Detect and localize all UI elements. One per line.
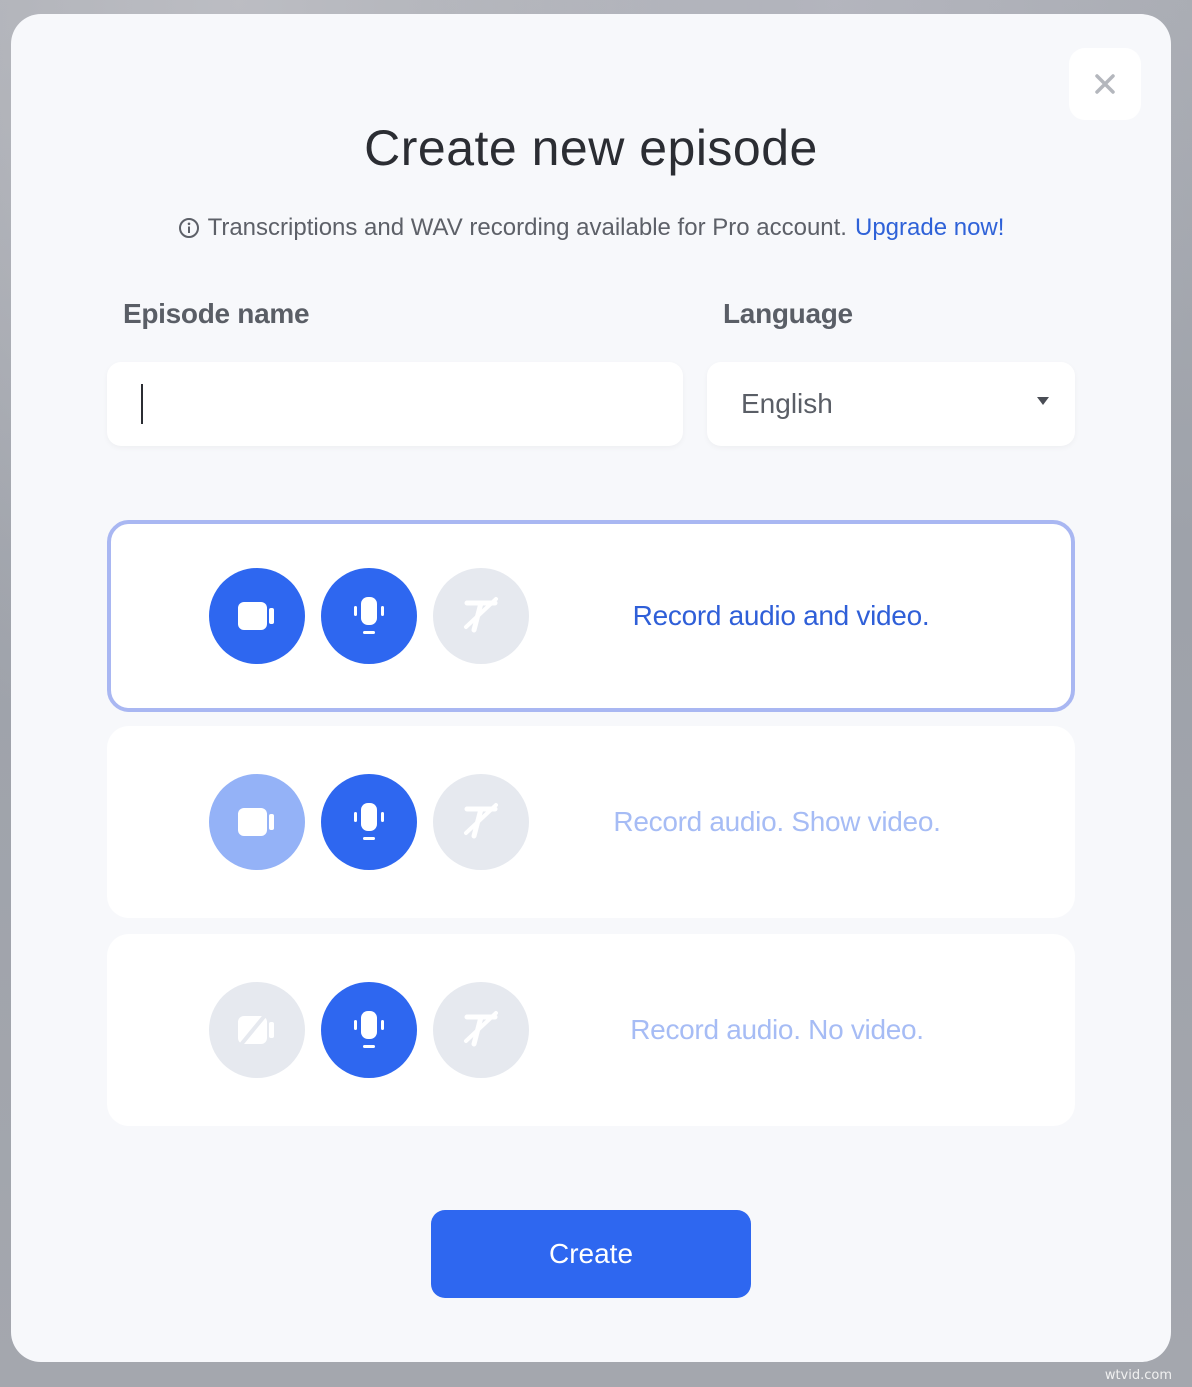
text-caret bbox=[141, 384, 143, 424]
option-icons bbox=[209, 934, 529, 1126]
transcription-off-icon bbox=[464, 1011, 498, 1047]
audio-toggle bbox=[321, 568, 417, 664]
create-episode-modal: Create new episode Transcriptions and WA… bbox=[11, 14, 1171, 1362]
option-audio-no-video[interactable]: Record audio. No video. bbox=[107, 934, 1075, 1126]
audio-toggle bbox=[321, 774, 417, 870]
language-select[interactable]: English bbox=[707, 362, 1075, 446]
video-camera-icon bbox=[238, 602, 274, 630]
create-button[interactable]: Create bbox=[431, 1210, 751, 1298]
video-camera-off-icon bbox=[237, 1011, 274, 1049]
microphone-icon bbox=[354, 597, 384, 634]
microphone-icon bbox=[354, 1011, 384, 1048]
transcription-off-icon bbox=[464, 597, 498, 633]
pro-notice: Transcriptions and WAV recording availab… bbox=[11, 214, 1171, 242]
page-title: Create new episode bbox=[364, 120, 818, 176]
option-icons bbox=[209, 524, 529, 708]
video-toggle bbox=[209, 568, 305, 664]
video-toggle bbox=[209, 774, 305, 870]
language-value: English bbox=[741, 388, 833, 419]
transcription-toggle bbox=[433, 982, 529, 1078]
option-icons bbox=[209, 726, 529, 918]
transcription-toggle bbox=[433, 568, 529, 664]
video-toggle bbox=[209, 982, 305, 1078]
transcription-toggle bbox=[433, 774, 529, 870]
option-label: Record audio and video. bbox=[632, 600, 930, 631]
upgrade-link[interactable]: Upgrade now! bbox=[855, 214, 1004, 242]
option-label: Record audio. No video. bbox=[630, 1014, 924, 1045]
episode-name-label: Episode name bbox=[123, 298, 310, 329]
audio-toggle bbox=[321, 982, 417, 1078]
transcription-off-icon bbox=[464, 803, 498, 839]
microphone-icon bbox=[354, 803, 384, 840]
language-label: Language bbox=[723, 298, 853, 329]
option-audio-and-video[interactable]: Record audio and video. bbox=[107, 520, 1075, 712]
episode-name-field[interactable] bbox=[107, 362, 683, 446]
episode-name-input[interactable] bbox=[141, 387, 683, 421]
video-camera-icon bbox=[238, 808, 274, 836]
option-label: Record audio. Show video. bbox=[613, 806, 941, 837]
option-audio-show-video[interactable]: Record audio. Show video. bbox=[107, 726, 1075, 918]
watermark: wtvid.com bbox=[1104, 1368, 1172, 1383]
chevron-down-icon bbox=[1037, 397, 1049, 405]
info-icon bbox=[178, 218, 199, 238]
close-icon bbox=[1095, 74, 1115, 94]
notice-text: Transcriptions and WAV recording availab… bbox=[207, 214, 847, 241]
close-button[interactable] bbox=[1069, 48, 1141, 120]
